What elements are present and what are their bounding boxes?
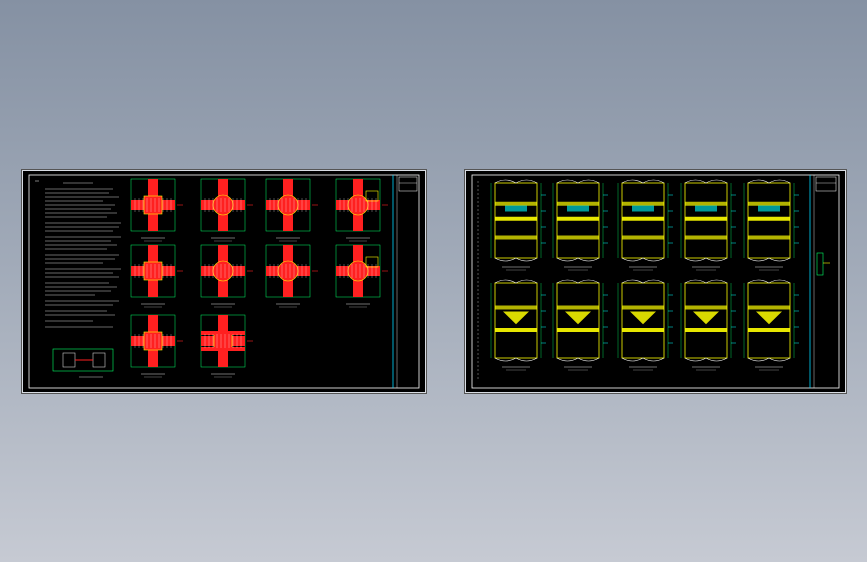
beam-section-detail (490, 279, 546, 371)
beam-section-detail (617, 279, 673, 371)
left-small-section-detail (52, 348, 114, 378)
right-sheet-canvas (471, 174, 840, 389)
right-title-stamp (815, 176, 837, 192)
left-sheet-canvas (28, 174, 420, 389)
beam-section-detail (743, 279, 799, 371)
right-drawing-sheet[interactable] (465, 170, 846, 393)
column-joint-detail (200, 314, 253, 378)
left-title-stamp (398, 176, 418, 192)
column-joint-detail (130, 244, 183, 308)
beam-section-detail (552, 179, 608, 271)
beam-section-detail (490, 179, 546, 271)
column-joint-details (130, 178, 388, 378)
column-joint-detail (200, 178, 253, 242)
column-joint-detail (200, 244, 253, 308)
right-inner-frame (471, 174, 840, 389)
beam-section-details (490, 179, 799, 371)
beam-section-detail (743, 179, 799, 271)
beam-section-detail (680, 279, 736, 371)
beam-section-detail (552, 279, 608, 371)
column-joint-detail (265, 244, 318, 308)
column-joint-detail (335, 178, 388, 242)
right-legend-symbol (816, 252, 830, 276)
column-joint-detail (130, 178, 183, 242)
column-joint-detail (130, 314, 183, 378)
left-drawing-sheet[interactable] (22, 170, 426, 393)
column-joint-detail (265, 178, 318, 242)
column-joint-detail (335, 244, 388, 308)
beam-section-detail (680, 179, 736, 271)
left-notes-block (35, 180, 121, 328)
beam-section-detail (617, 179, 673, 271)
